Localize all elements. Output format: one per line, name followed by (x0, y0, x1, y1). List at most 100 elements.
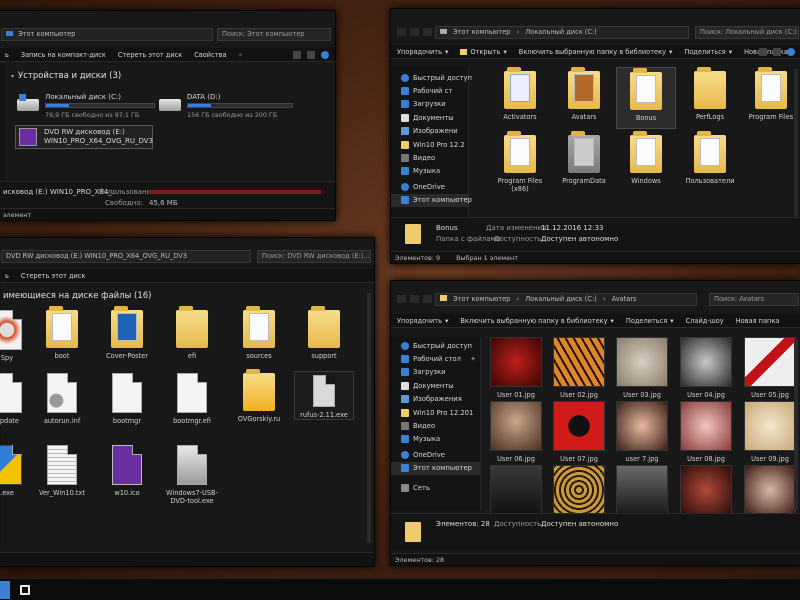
forward-icon[interactable] (410, 28, 419, 36)
up-icon[interactable] (423, 295, 432, 303)
image-user-05[interactable]: User 05.jpg (740, 337, 800, 399)
nav-win10[interactable]: Win10 Pro 12.201 (391, 406, 480, 419)
image-user-08[interactable]: User 08.jpg (676, 401, 736, 463)
nav-documents[interactable]: Документы (391, 111, 468, 124)
image-user-03[interactable]: User 03.jpg (612, 337, 672, 399)
folder-users[interactable]: Пользователи (680, 131, 740, 185)
help-icon[interactable] (787, 48, 795, 56)
nav-this-pc[interactable]: Этот компьютер (391, 193, 472, 207)
breadcrumb-this-pc[interactable]: Этот компьютер (453, 295, 510, 303)
view-icon[interactable] (293, 51, 301, 59)
back-icon[interactable] (397, 28, 406, 36)
drive-dvd[interactable]: DVD RW дисковод (E:) WIN10_PRO_X64_OVG_R… (15, 125, 153, 149)
scrollbar[interactable] (794, 339, 798, 509)
erase-disc-button[interactable]: Стереть этот диск (118, 51, 182, 59)
window-avatars[interactable]: Этот компьютер › Локальный диск (C:) › A… (390, 280, 800, 566)
include-library-button[interactable]: Включить выбранную папку в библиотеку ▾ (460, 317, 614, 325)
scrollbar[interactable] (367, 293, 371, 543)
file-rufus[interactable]: rufus-2.11.exe (294, 371, 354, 420)
nav-music[interactable]: Музыка (391, 433, 480, 446)
erase-disc-button[interactable]: Стереть этот диск (21, 272, 85, 280)
nav-downloads[interactable]: Загрузки (391, 98, 468, 111)
burn-disc-button[interactable]: Запись на компакт-диск (21, 51, 106, 59)
folder-activators[interactable]: Activators (490, 67, 550, 121)
file-w10-ico[interactable]: w10.ico (97, 445, 157, 497)
search-input[interactable]: Поиск: DVD RW дисковод (E:)... (257, 250, 371, 263)
folder-programdata[interactable]: ProgramData (554, 131, 614, 185)
breadcrumb-drive-c[interactable]: Локальный диск (C:) (525, 28, 597, 36)
nav-onedrive[interactable]: OneDrive (391, 180, 468, 193)
ribbon-item[interactable]: ь (5, 51, 9, 59)
nav-music[interactable]: Музыка (391, 165, 468, 178)
folder-sources[interactable]: sources (229, 306, 289, 360)
folder-program-files-x86[interactable]: Program Files (x86) (490, 131, 550, 193)
image-user-7[interactable]: user 7.jpg (612, 401, 672, 463)
image-user-14[interactable] (740, 465, 800, 519)
breadcrumb-avatars[interactable]: Avatars (612, 295, 637, 303)
nav-desktop[interactable]: Рабочий ст (391, 84, 468, 97)
address-bar[interactable]: DVD RW дисковод (E:) WIN10_PRO_X64_OVG_R… (1, 250, 251, 263)
image-user-13[interactable] (676, 465, 736, 519)
image-user-02[interactable]: User 02.jpg (549, 337, 609, 399)
collapse-arrow-icon[interactable]: ▾ (11, 73, 14, 80)
start-button[interactable] (0, 581, 10, 599)
search-input[interactable]: Поиск: Этот компьютер (217, 28, 331, 41)
preview-pane-icon[interactable] (773, 48, 781, 56)
ribbon-more-icon[interactable]: » (238, 51, 242, 59)
folder-perflogs[interactable]: PerfLogs (680, 67, 740, 121)
nav-desktop[interactable]: Рабочий стол ✦ (391, 352, 480, 365)
properties-button[interactable]: Свойства (194, 51, 226, 59)
image-user-09[interactable]: User 09.jpg (740, 401, 800, 463)
folder-efi[interactable]: efi (162, 306, 222, 360)
image-user-07[interactable]: User 07.jpg (549, 401, 609, 463)
nav-network[interactable]: Сеть (391, 481, 480, 494)
slideshow-button[interactable]: Слайд-шоу (686, 317, 724, 325)
folder-program-files[interactable]: Program Files (741, 67, 800, 121)
nav-documents[interactable]: Документы (391, 379, 480, 392)
file-autorun[interactable]: autorun.inf (32, 373, 92, 425)
search-input[interactable]: Поиск: Avatars (709, 293, 799, 306)
open-button[interactable]: Открыть ▾ (460, 48, 507, 56)
folder-support[interactable]: support (294, 306, 354, 360)
forward-icon[interactable] (410, 295, 419, 303)
folder-windows[interactable]: Windows (616, 131, 676, 185)
search-input[interactable]: Поиск: Локальный диск (C:) (695, 26, 799, 39)
nav-video[interactable]: Видео (391, 419, 480, 432)
breadcrumb-drive-c[interactable]: Локальный диск (C:) (525, 295, 597, 303)
folder-avatars[interactable]: Avatars (554, 67, 614, 121)
new-folder-button[interactable]: Новая папка (736, 317, 780, 325)
nav-this-pc[interactable]: Этот компьютер (391, 461, 480, 475)
breadcrumb-this-pc[interactable]: Этот компьютер (453, 28, 510, 36)
image-user-01[interactable]: User 01.jpg (486, 337, 546, 399)
file-bootmgr-efi[interactable]: bootmgr.efi (162, 373, 222, 425)
nav-win10[interactable]: Win10 Pro 12.2 (391, 138, 468, 151)
nav-pictures[interactable]: Изображения (391, 393, 480, 406)
nav-quick-access[interactable]: Быстрый доступ (391, 339, 480, 352)
up-icon[interactable] (423, 28, 432, 36)
store-icon[interactable] (20, 585, 30, 595)
view-icon[interactable] (759, 48, 767, 56)
window-this-pc[interactable]: Этот компьютер Поиск: Этот компьютер ь З… (0, 10, 336, 221)
folder-cover-poster[interactable]: Cover-Poster (97, 306, 157, 360)
file-ver-win10[interactable]: Ver_Win10.txt (32, 445, 92, 497)
file-bootmgr[interactable]: bootmgr (97, 373, 157, 425)
window-dvd-drive[interactable]: DVD RW дисковод (E:) WIN10_PRO_X64_OVG_R… (0, 237, 375, 567)
nav-quick-access[interactable]: Быстрый доступ (391, 71, 472, 84)
address-bar[interactable]: Этот компьютер › Локальный диск (C:) (435, 26, 689, 39)
organize-button[interactable]: Упорядочить ▾ (397, 317, 448, 325)
preview-pane-icon[interactable] (307, 51, 315, 59)
ribbon-item[interactable]: ь (5, 272, 9, 280)
back-icon[interactable] (397, 295, 406, 303)
scrollbar[interactable] (794, 69, 798, 219)
address-bar[interactable]: Этот компьютер (1, 28, 213, 41)
share-button[interactable]: Поделиться ▾ (684, 48, 732, 56)
drive-c[interactable]: Локальный диск (C:) 76,9 ГБ свободно из … (17, 93, 157, 119)
file-usb-dvd-tool[interactable]: Windows7-USB-DVD-tool.exe (162, 445, 222, 505)
image-user-12[interactable] (612, 465, 672, 519)
nav-onedrive[interactable]: OneDrive (391, 448, 480, 461)
folder-boot[interactable]: boot (32, 306, 92, 360)
nav-video[interactable]: Видео (391, 151, 468, 164)
image-user-10[interactable] (486, 465, 546, 519)
window-local-disk[interactable]: Этот компьютер › Локальный диск (C:) Пои… (390, 8, 800, 264)
image-user-04[interactable]: User 04.jpg (676, 337, 736, 399)
